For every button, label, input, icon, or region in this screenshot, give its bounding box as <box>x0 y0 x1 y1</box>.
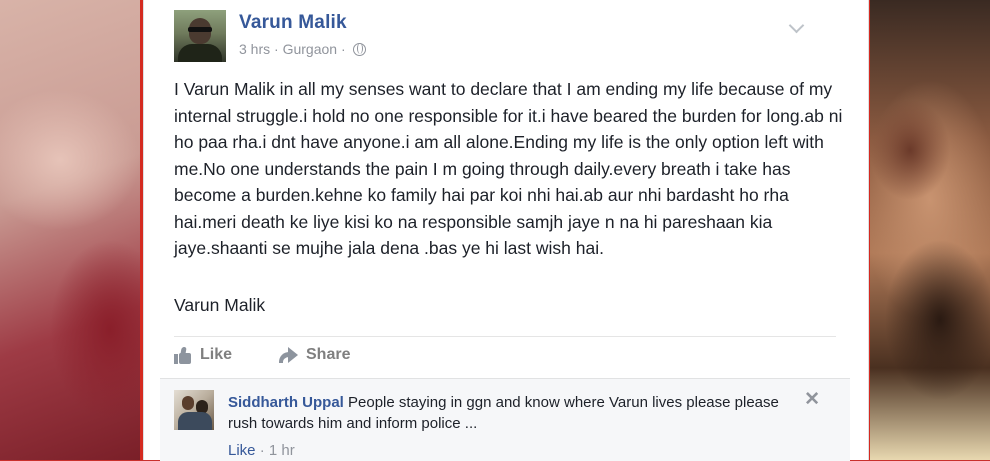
post-location[interactable]: Gurgaon <box>283 41 337 57</box>
avatar-body-shape <box>178 44 222 62</box>
post-signature: Varun Malik <box>174 295 266 315</box>
like-label: Like <box>200 346 233 363</box>
post-text: I Varun Malik in all my senses want to d… <box>174 79 843 258</box>
actions-divider <box>174 336 836 337</box>
facebook-post-card: Varun Malik 3 hrs · Gurgaon · I Varun Ma… <box>143 0 869 461</box>
share-button[interactable]: Share <box>278 346 350 364</box>
author-name[interactable]: Varun Malik <box>239 12 347 34</box>
commenter-avatar[interactable] <box>174 390 214 430</box>
meta-separator-2: · <box>337 41 350 57</box>
globe-icon <box>352 43 366 56</box>
like-button[interactable]: Like <box>174 346 232 364</box>
comment-time[interactable]: 1 hr <box>269 442 295 459</box>
avatar-glasses-shape <box>188 27 212 32</box>
author-avatar[interactable] <box>174 10 226 62</box>
thumbs-up-icon <box>174 346 192 364</box>
chevron-down-icon[interactable] <box>788 17 805 34</box>
comment-body: Siddharth Uppal People staying in ggn an… <box>228 392 808 434</box>
post-body: I Varun Malik in all my senses want to d… <box>174 76 844 262</box>
comment-meta: Like · 1 hr <box>228 442 295 459</box>
comments-section: Siddharth Uppal People staying in ggn an… <box>160 378 850 461</box>
comment-meta-separator: · <box>255 442 269 459</box>
share-label: Share <box>306 346 351 363</box>
share-arrow-icon <box>278 347 298 363</box>
post-time[interactable]: 3 hrs <box>239 41 270 57</box>
comment-like-link[interactable]: Like <box>228 442 256 459</box>
right-background-photo <box>870 0 990 460</box>
commenter-name[interactable]: Siddharth Uppal <box>228 394 344 411</box>
left-background-photo <box>0 0 140 460</box>
close-icon[interactable]: ✕ <box>804 390 820 409</box>
post-meta: 3 hrs · Gurgaon · <box>239 41 366 57</box>
meta-separator: · <box>270 41 283 57</box>
post-header: Varun Malik 3 hrs · Gurgaon · <box>174 10 834 62</box>
